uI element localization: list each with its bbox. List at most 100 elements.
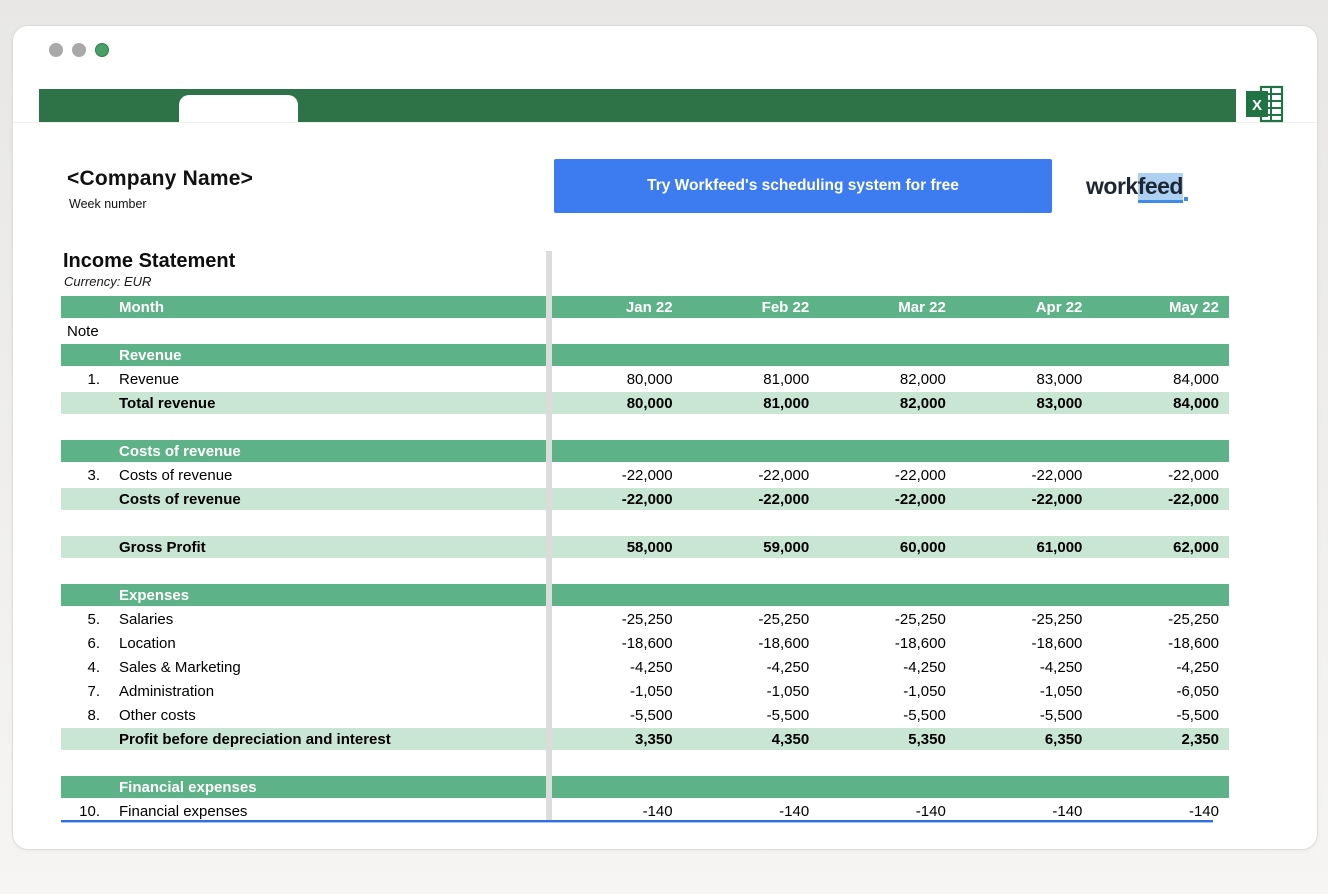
sheet-tab	[179, 95, 298, 123]
row-label: Salaries	[116, 611, 546, 628]
value-cell: -22,000	[683, 491, 820, 508]
value-cell: -18,600	[956, 635, 1093, 652]
value-cell: -4,250	[1092, 659, 1229, 676]
row-label: Gross Profit	[116, 539, 546, 556]
value-cell: 84,000	[1092, 395, 1229, 412]
table-row-data: 6.Location-18,600-18,600-18,600-18,600-1…	[61, 632, 1229, 654]
window-dot-2[interactable]	[72, 43, 86, 57]
table-row-data: 8.Other costs-5,500-5,500-5,500-5,500-5,…	[61, 704, 1229, 726]
value-cell: 2,350	[1092, 731, 1229, 748]
app-window: X <Company Name> Week number Try Workfee…	[12, 25, 1318, 850]
value-cell: -5,500	[956, 707, 1093, 724]
value-cell: -4,250	[956, 659, 1093, 676]
value-cell: 58,000	[546, 539, 683, 556]
table-bottom-line-soft	[61, 822, 1213, 823]
currency-label: Currency: EUR	[64, 274, 151, 289]
row-label: Location	[116, 635, 546, 652]
week-number-label: Week number	[69, 197, 147, 211]
table-row-section: Revenue	[61, 344, 1229, 366]
value-cell: -22,000	[546, 467, 683, 484]
value-cell: 81,000	[683, 395, 820, 412]
row-label: Costs of revenue	[116, 467, 546, 484]
window-controls	[49, 43, 109, 57]
value-cell: 3,350	[546, 731, 683, 748]
logo-mark	[1184, 197, 1188, 201]
sheet-title: Income Statement	[63, 250, 235, 273]
svg-text:X: X	[1252, 97, 1262, 114]
value-cell: -18,600	[1092, 635, 1229, 652]
value-cell: -25,250	[546, 611, 683, 628]
value-cell: -22,000	[1092, 467, 1229, 484]
section-label: Month	[116, 299, 546, 316]
value-cell: 81,000	[683, 371, 820, 388]
income-table: MonthJan 22Feb 22Mar 22Apr 22May 22Note R…	[61, 296, 1229, 824]
table-row-data: 4.Sales & Marketing-4,250-4,250-4,250-4,…	[61, 656, 1229, 678]
row-note-number: 6.	[61, 635, 116, 652]
value-cell: -22,000	[956, 467, 1093, 484]
value-cell: -5,500	[683, 707, 820, 724]
row-label: Costs of revenue	[116, 491, 546, 508]
row-note-number: 7.	[61, 683, 116, 700]
value-cell: -18,600	[546, 635, 683, 652]
value-cell: 83,000	[956, 371, 1093, 388]
table-row-spacer	[61, 512, 1229, 534]
row-note-number: 4.	[61, 659, 116, 676]
value-cell: -18,600	[819, 635, 956, 652]
value-cell: 80,000	[546, 395, 683, 412]
value-cell: -25,250	[683, 611, 820, 628]
value-cell: -25,250	[819, 611, 956, 628]
value-cell: -25,250	[1092, 611, 1229, 628]
table-row-data: 10.Financial expenses-140-140-140-140-14…	[61, 800, 1229, 822]
value-cell: -25,250	[956, 611, 1093, 628]
value-cell: -1,050	[546, 683, 683, 700]
row-label: Total revenue	[116, 395, 546, 412]
cta-button[interactable]: Try Workfeed's scheduling system for fre…	[554, 159, 1052, 213]
value-cell: 59,000	[683, 539, 820, 556]
table-row-spacer	[61, 560, 1229, 582]
value-cell: 5,350	[819, 731, 956, 748]
section-label: Expenses	[116, 587, 546, 604]
table-row-spacer	[61, 416, 1229, 438]
value-cell: -6,050	[1092, 683, 1229, 700]
row-label: Other costs	[116, 707, 546, 724]
row-label: Financial expenses	[116, 803, 546, 820]
value-cell: -4,250	[819, 659, 956, 676]
value-cell: 4,350	[683, 731, 820, 748]
value-cell: 83,000	[956, 395, 1093, 412]
table-row-data: 3.Costs of revenue-22,000-22,000-22,000-…	[61, 464, 1229, 486]
logo-text-highlight: feed	[1138, 173, 1183, 203]
value-cell: -22,000	[819, 467, 956, 484]
table-row-note-row: Note	[61, 320, 1229, 342]
section-label: Revenue	[116, 347, 546, 364]
company-name: <Company Name>	[67, 167, 253, 191]
table-row-total: Costs of revenue-22,000-22,000-22,000-22…	[61, 488, 1229, 510]
vertical-divider	[546, 251, 552, 820]
value-cell: 60,000	[819, 539, 956, 556]
value-cell: -140	[956, 803, 1093, 820]
month-header-cell: May 22	[1092, 299, 1229, 316]
value-cell: -18,600	[683, 635, 820, 652]
table-row-total: Profit before depreciation and interest3…	[61, 728, 1229, 750]
header-divider	[13, 122, 1317, 123]
value-cell: 62,000	[1092, 539, 1229, 556]
row-label: Administration	[116, 683, 546, 700]
table-row-months: MonthJan 22Feb 22Mar 22Apr 22May 22	[61, 296, 1229, 318]
row-note-number: 5.	[61, 611, 116, 628]
window-dot-1[interactable]	[49, 43, 63, 57]
value-cell: 6,350	[956, 731, 1093, 748]
excel-icon[interactable]: X	[1244, 83, 1286, 125]
value-cell: 82,000	[819, 371, 956, 388]
month-header-cell: Mar 22	[819, 299, 956, 316]
row-label: Revenue	[116, 371, 546, 388]
value-cell: -140	[683, 803, 820, 820]
month-header-cell: Jan 22	[546, 299, 683, 316]
value-cell: -140	[546, 803, 683, 820]
table-row-data: 7.Administration-1,050-1,050-1,050-1,050…	[61, 680, 1229, 702]
window-dot-3[interactable]	[95, 43, 109, 57]
table-row-section: Expenses	[61, 584, 1229, 606]
section-label: Costs of revenue	[116, 443, 546, 460]
table-row-data: 5.Salaries-25,250-25,250-25,250-25,250-2…	[61, 608, 1229, 630]
workfeed-logo[interactable]: workfeed	[1086, 173, 1188, 201]
row-note-number: 3.	[61, 467, 116, 484]
value-cell: -22,000	[1092, 491, 1229, 508]
